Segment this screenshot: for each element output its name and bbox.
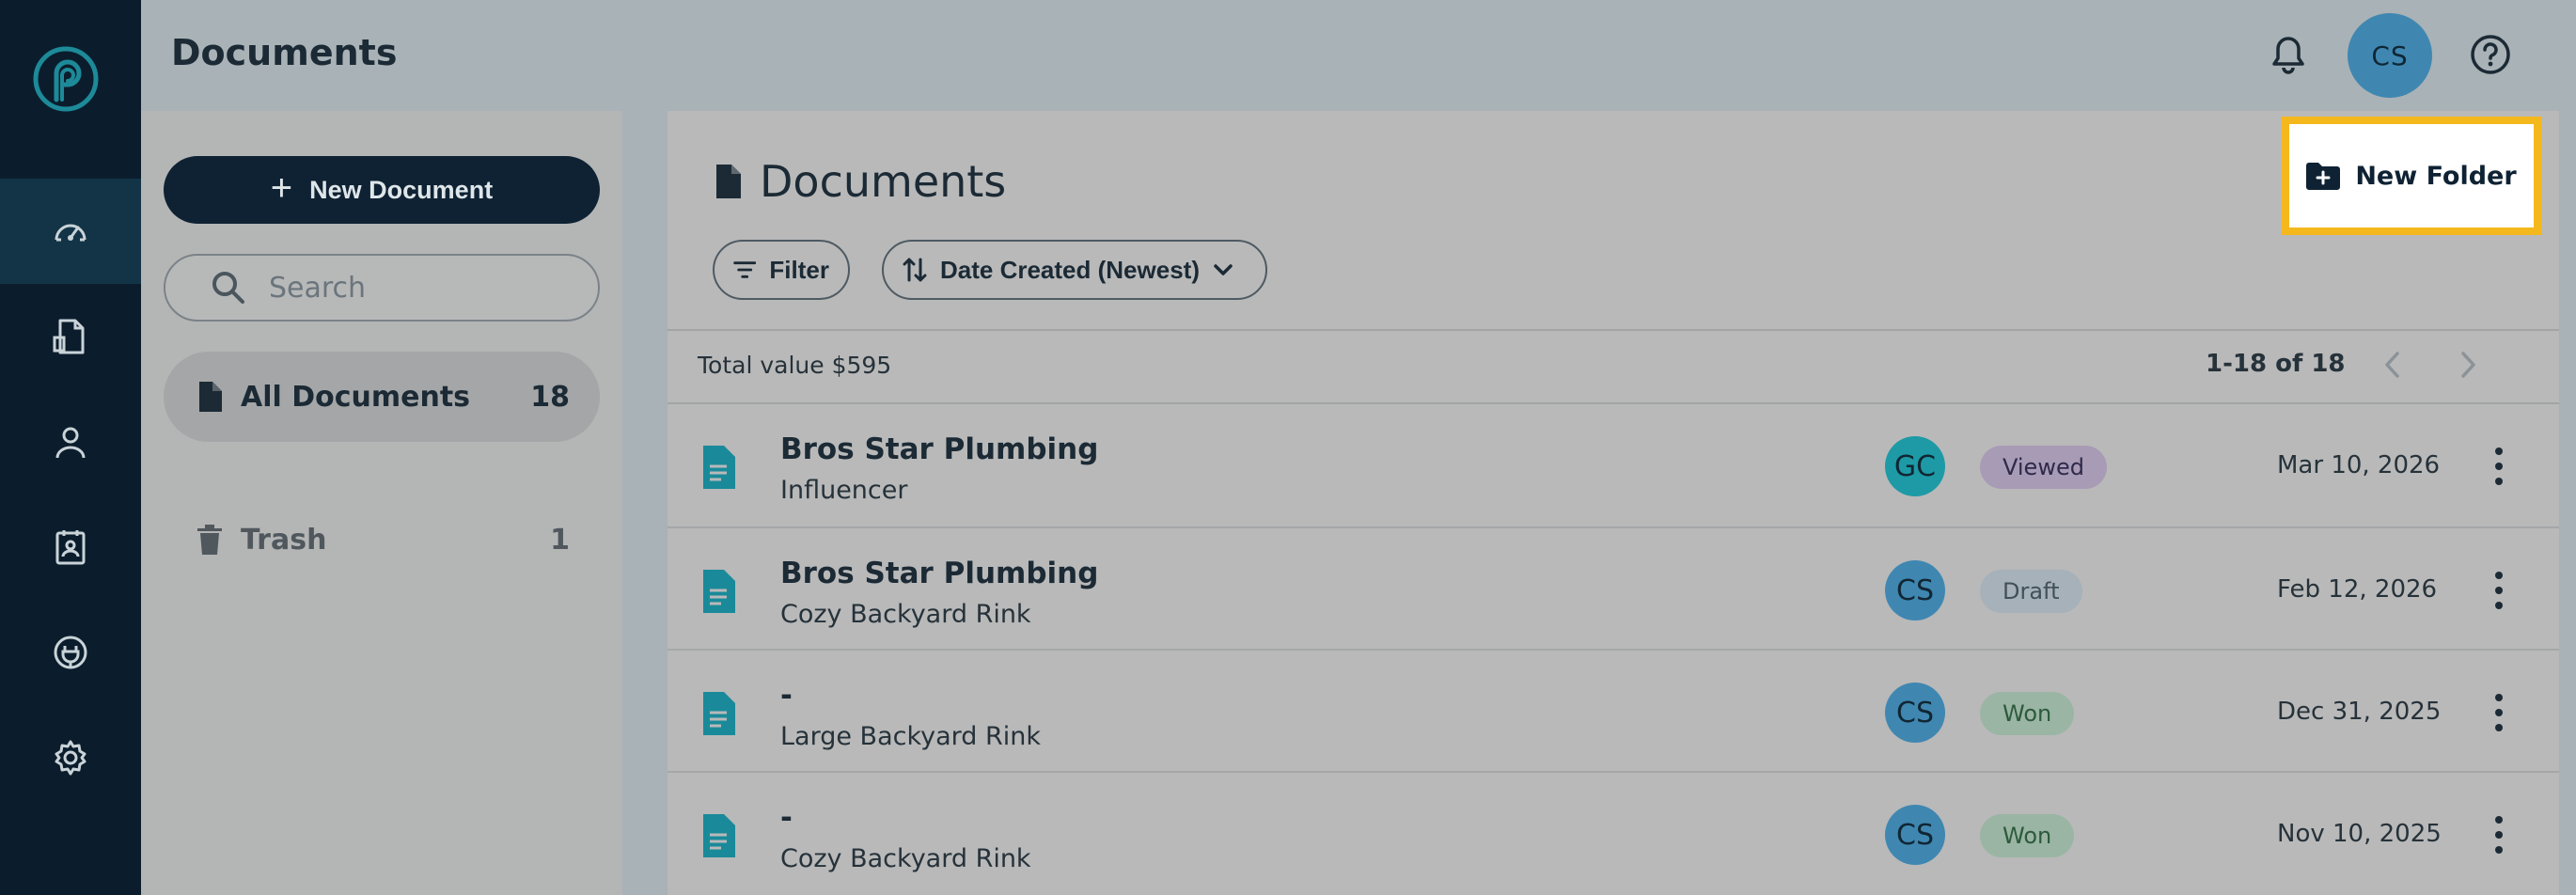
sort-icon — [903, 258, 927, 282]
new-folder-label: New Folder — [2355, 161, 2517, 191]
more-vertical-icon[interactable] — [2491, 692, 2506, 733]
folder-all-documents[interactable]: All Documents 18 — [164, 352, 600, 442]
row-subtitle: Influencer — [780, 476, 908, 505]
document-icon — [703, 814, 735, 857]
owner-avatar: GC — [1885, 436, 1945, 496]
total-value: Total value $595 — [698, 352, 892, 379]
more-vertical-icon[interactable] — [2491, 570, 2506, 611]
folder-trash[interactable]: Trash 1 — [164, 495, 600, 585]
row-date: Feb 12, 2026 — [2277, 575, 2438, 604]
chevron-right-icon[interactable] — [2454, 348, 2482, 382]
folder-label: Trash — [241, 523, 327, 557]
left-rail — [0, 0, 141, 895]
folder-label: All Documents — [241, 380, 471, 414]
filter-label: Filter — [769, 255, 829, 284]
table-row[interactable]: Bros Star Plumbing Influencer GC Viewed … — [668, 404, 2559, 526]
sort-dropdown[interactable]: Date Created (Newest) — [882, 240, 1267, 300]
search-box[interactable] — [164, 254, 600, 322]
page-title: Documents — [171, 32, 398, 73]
documents-heading: Documents — [715, 156, 1006, 207]
row-date: Mar 10, 2026 — [2277, 451, 2441, 479]
new-document-label: New Document — [309, 175, 494, 204]
owner-avatar: CS — [1885, 560, 1945, 620]
contacts-icon — [55, 530, 86, 565]
sort-label: Date Created (Newest) — [940, 255, 1200, 284]
filter-button[interactable]: Filter — [713, 240, 850, 300]
owner-avatar: CS — [1885, 683, 1945, 743]
settings-icon — [55, 740, 86, 776]
document-icon — [703, 570, 735, 613]
nav-integrations[interactable] — [0, 600, 141, 705]
document-icon — [703, 446, 735, 489]
table-row[interactable]: - Large Backyard Rink CS Won Dec 31, 202… — [668, 651, 2559, 773]
help-icon[interactable] — [2469, 33, 2512, 76]
row-subtitle: Large Backyard Rink — [780, 722, 1042, 751]
folder-count: 18 — [530, 380, 570, 414]
dashboard-icon — [55, 224, 86, 242]
filter-icon — [733, 261, 757, 278]
status-badge: Viewed — [1980, 446, 2107, 489]
folder-count: 1 — [550, 523, 570, 557]
row-date: Nov 10, 2025 — [2277, 820, 2442, 848]
user-avatar[interactable]: CS — [2348, 13, 2432, 98]
status-badge: Won — [1980, 692, 2075, 735]
nav-documents[interactable] — [0, 284, 141, 389]
plus-icon: + — [270, 167, 293, 209]
new-document-button[interactable]: + New Document — [164, 156, 600, 224]
row-title: - — [780, 679, 793, 713]
trash-icon — [197, 525, 222, 555]
status-badge: Won — [1980, 814, 2075, 857]
owner-avatar: CS — [1885, 805, 1945, 865]
more-vertical-icon[interactable] — [2491, 814, 2506, 856]
search-icon — [212, 272, 244, 304]
user-icon — [55, 427, 86, 459]
documents-icon — [53, 319, 85, 354]
more-vertical-icon[interactable] — [2491, 446, 2506, 487]
row-title: - — [780, 801, 793, 835]
row-title: Bros Star Plumbing — [780, 432, 1099, 466]
divider — [668, 329, 2559, 331]
document-icon — [199, 382, 222, 412]
documents-title: Documents — [760, 156, 1007, 207]
chevron-left-icon[interactable] — [2379, 348, 2407, 382]
row-title: Bros Star Plumbing — [780, 557, 1099, 590]
integrations-icon — [54, 636, 87, 669]
nav-settings[interactable] — [0, 705, 141, 810]
bell-icon[interactable] — [2268, 34, 2309, 75]
new-folder-button[interactable]: New Folder — [2289, 124, 2534, 228]
folder-plus-icon — [2306, 163, 2341, 190]
nav-dashboard[interactable] — [0, 179, 141, 284]
row-subtitle: Cozy Backyard Rink — [780, 600, 1031, 629]
table-row[interactable]: - Cozy Backyard Rink CS Won Nov 10, 2025 — [668, 773, 2559, 895]
row-subtitle: Cozy Backyard Rink — [780, 844, 1031, 873]
document-icon — [716, 165, 741, 198]
table-row[interactable]: Bros Star Plumbing Cozy Backyard Rink CS… — [668, 528, 2559, 651]
status-badge: Draft — [1980, 570, 2082, 613]
logo-icon[interactable] — [32, 45, 100, 113]
pagination-label: 1-18 of 18 — [2206, 350, 2346, 378]
nav-contacts[interactable] — [0, 389, 141, 495]
search-input[interactable] — [269, 271, 551, 305]
row-date: Dec 31, 2025 — [2277, 698, 2442, 726]
chevron-down-icon — [1214, 264, 1233, 275]
nav-directory[interactable] — [0, 495, 141, 600]
document-icon — [703, 692, 735, 735]
